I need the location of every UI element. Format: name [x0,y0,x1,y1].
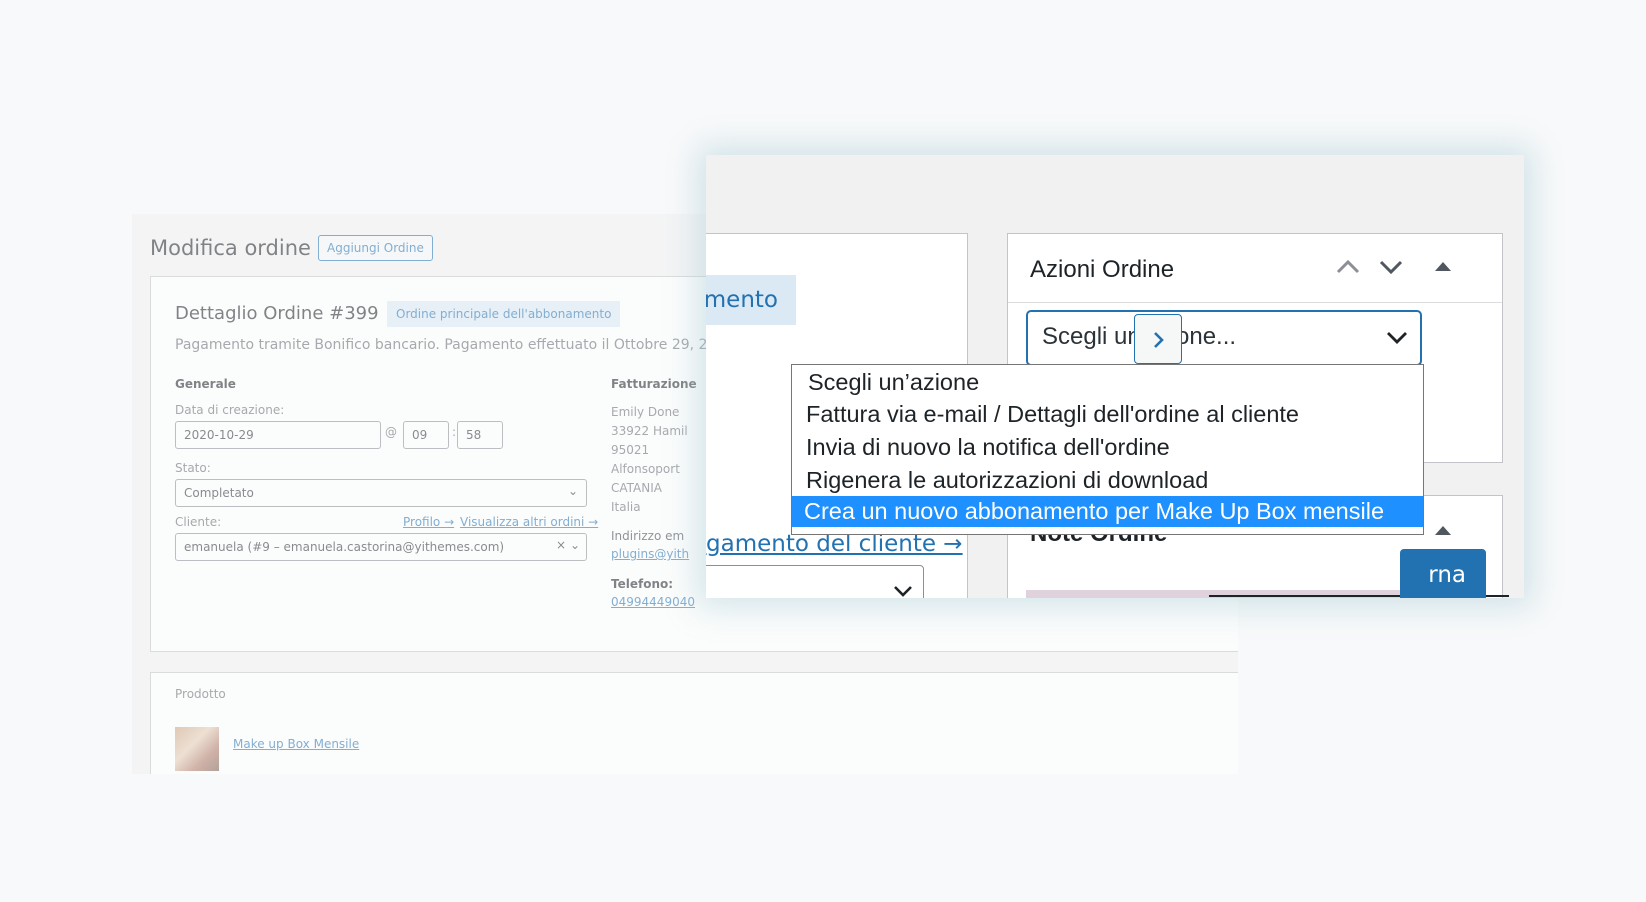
chevron-down-icon: ⌄ [569,538,580,552]
creation-date-label: Data di creazione: [175,403,285,417]
billing-line: Italia [611,500,641,514]
update-button[interactable]: rna [1400,549,1486,598]
page-title: Modifica ordine [150,236,311,260]
chevron-down-icon [1387,332,1407,344]
order-tag: Ordine principale dell'abbonamento [387,301,621,327]
email-link[interactable]: plugins@yith [611,547,689,561]
dropdown-option[interactable]: Fattura via e-mail / Dettagli dell'ordin… [792,399,1423,430]
payment-method-select[interactable] [706,565,924,598]
add-order-button[interactable]: Aggiungi Ordine [318,235,433,261]
payment-info: Pagamento tramite Bonifico bancario. Pag… [175,337,726,353]
apply-action-button[interactable] [1134,314,1182,364]
customer-value: emanuela (#9 – emanuela.castorina@yithem… [184,540,505,554]
product-thumbnail [175,727,219,771]
email-label: Indirizzo em [611,529,685,543]
collapse-toggle-icon[interactable] [1428,252,1458,282]
order-title: Dettaglio Ordine #399 [175,303,379,324]
clear-icon[interactable]: × [556,538,566,552]
at-sign: @ [385,425,397,439]
billing-address: Emily Done 33922 Hamil 95021 Alfonsoport… [611,403,688,517]
minute-field[interactable]: 58 [457,421,503,449]
phone-label: Telefono: [611,577,674,591]
phone-link[interactable]: 04994449040 [611,595,695,609]
chevron-right-icon [1154,332,1164,348]
subscription-tag: mento [706,275,796,325]
order-actions-header: Azioni Ordine [1008,234,1502,303]
order-items-box: Prodotto Make up Box Mensile [150,672,1238,774]
dropdown-option[interactable]: Invia di nuovo la notifica dell'ordine [792,432,1423,463]
billing-line: CATANIA [611,481,662,495]
dropdown-option-selected[interactable]: Crea un nuovo abbonamento per Make Up Bo… [792,496,1423,527]
profile-link[interactable]: Profilo → [403,515,454,529]
move-down-icon[interactable] [1376,252,1406,282]
product-link[interactable]: Make up Box Mensile [233,737,359,751]
dropdown-option[interactable]: Scegli un’azione [792,367,1423,398]
billing-line: Alfonsoport [611,462,680,476]
order-action-dropdown-list[interactable]: Scegli un’azione Fattura via e-mail / De… [791,364,1424,535]
move-up-icon[interactable] [1333,252,1363,282]
customer-select[interactable]: emanuela (#9 – emanuela.castorina@yithem… [175,533,587,561]
chevron-down-icon [894,586,912,597]
collapse-toggle-icon[interactable] [1428,516,1458,546]
billing-line: Emily Done [611,405,680,419]
order-action-select[interactable]: Scegli un'azione... [1026,310,1422,366]
status-select[interactable]: Completato ⌄ [175,479,587,507]
status-value: Completato [184,486,254,500]
hour-field[interactable]: 09 [403,421,449,449]
other-orders-link[interactable]: Visualizza altri ordini → [460,515,598,529]
chevron-down-icon: ⌄ [567,484,578,498]
status-label: Stato: [175,461,211,475]
product-column-header: Prodotto [175,687,226,701]
update-button-label: rna [1428,562,1466,588]
customer-label: Cliente: [175,515,222,529]
time-separator: : [452,425,457,439]
billing-heading: Fatturazione [611,377,697,391]
billing-line: 95021 [611,443,650,457]
creation-date-field[interactable]: 2020-10-29 [175,421,381,449]
general-heading: Generale [175,377,236,391]
dropdown-option[interactable]: Rigenera le autorizzazioni di download [792,465,1423,496]
billing-line: 33922 Hamil [611,424,688,438]
order-actions-title: Azioni Ordine [1030,256,1175,283]
